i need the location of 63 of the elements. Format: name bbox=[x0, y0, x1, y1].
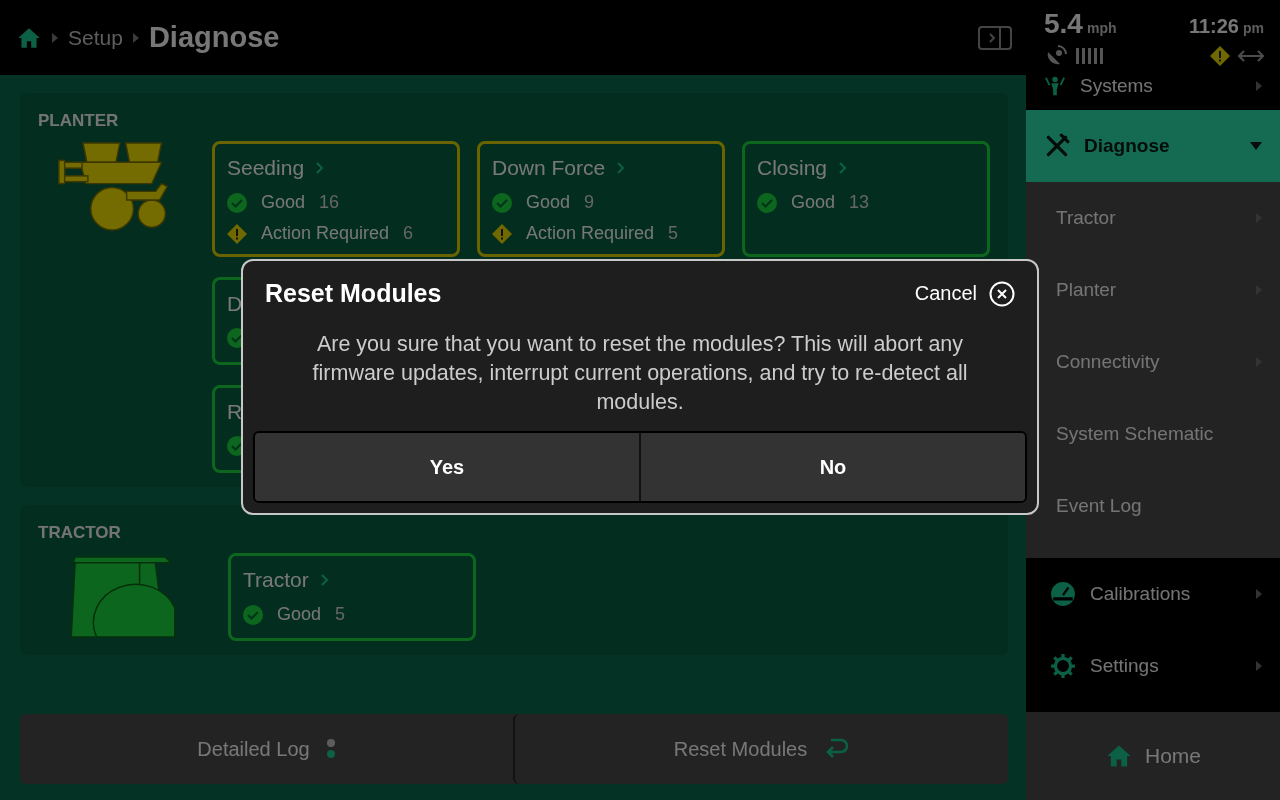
card-title: Seeding bbox=[227, 155, 305, 181]
status-label: Good bbox=[791, 192, 836, 213]
status-label: Action Required bbox=[526, 223, 655, 244]
status-label: Good bbox=[261, 192, 306, 213]
settings-icon bbox=[1050, 653, 1076, 679]
chevron-icon bbox=[52, 32, 58, 43]
card-title: Tractor bbox=[243, 567, 309, 593]
signal-bars-icon bbox=[1076, 48, 1104, 64]
nav-item[interactable]: Diagnose bbox=[1026, 110, 1280, 182]
card-title: D bbox=[227, 291, 243, 317]
status-card[interactable]: Tractor Good 5 bbox=[228, 553, 476, 641]
dialog-button[interactable]: Yes bbox=[255, 433, 639, 501]
check-circle-icon bbox=[492, 192, 512, 213]
chevron-icon bbox=[1256, 81, 1262, 91]
warning-diamond-icon bbox=[492, 223, 512, 244]
status-count: 5 bbox=[668, 223, 679, 244]
status-count: 13 bbox=[849, 192, 870, 213]
dialog-button[interactable]: No bbox=[639, 433, 1025, 501]
person-signal-icon bbox=[1044, 75, 1066, 97]
page-title: Diagnose bbox=[148, 21, 280, 54]
status-count: 16 bbox=[319, 192, 340, 213]
chevron-icon bbox=[1256, 589, 1262, 599]
tools-icon bbox=[1044, 133, 1070, 159]
status-card[interactable]: Closing Good 13 bbox=[742, 141, 990, 257]
double-arrow-icon bbox=[1238, 49, 1264, 63]
check-circle-icon bbox=[243, 604, 263, 625]
warning-diamond-icon bbox=[1210, 46, 1230, 66]
home-button[interactable]: Home bbox=[1026, 712, 1280, 800]
chevron-icon bbox=[617, 162, 626, 174]
card-title: Down Force bbox=[492, 155, 606, 181]
nav-item[interactable]: Systems bbox=[1026, 68, 1280, 104]
chevron-icon bbox=[839, 162, 848, 174]
gauge-icon bbox=[1050, 581, 1076, 607]
section-title: TRACTOR bbox=[38, 523, 122, 543]
check-circle-icon bbox=[757, 192, 777, 213]
chevron-icon bbox=[320, 574, 329, 586]
breadcrumb-link[interactable]: Setup bbox=[68, 25, 123, 50]
status-card[interactable]: Down Force Good 9 Action Required 5 bbox=[477, 141, 725, 257]
clock-time: 11:26 pm bbox=[1188, 15, 1264, 38]
status-count: 6 bbox=[403, 223, 414, 244]
card-title: Closing bbox=[757, 155, 828, 181]
action-button[interactable]: Reset Modules bbox=[513, 714, 1008, 784]
speed-reading: 5.4 mph bbox=[1044, 8, 1117, 40]
side-panel-icon[interactable] bbox=[978, 25, 1012, 50]
status-count: 9 bbox=[584, 192, 595, 213]
dialog-title: Reset Modules bbox=[265, 279, 443, 308]
chevron-icon bbox=[1256, 661, 1262, 671]
chevron-icon bbox=[132, 32, 139, 43]
dialog-message: Are you sure that you want to reset the modules? This will abort any firmware updates, interrupt current operations, and try to re-detect all modules. bbox=[311, 331, 969, 416]
warning-diamond-icon bbox=[227, 223, 247, 244]
chevron-icon bbox=[316, 162, 325, 174]
card-title: R bbox=[227, 399, 243, 425]
status-label: Action Required bbox=[261, 223, 390, 244]
status-card[interactable]: Seeding Good 16 Action Required 6 bbox=[212, 141, 460, 257]
caret-icon bbox=[1250, 142, 1262, 150]
check-circle-icon bbox=[227, 192, 247, 213]
status-label: Good bbox=[526, 192, 571, 213]
status-count: 5 bbox=[335, 604, 346, 625]
close-icon bbox=[989, 280, 1015, 307]
section-title: PLANTER bbox=[38, 111, 120, 131]
cancel-button[interactable]: Cancel bbox=[914, 280, 1015, 307]
status-label: Good bbox=[277, 604, 322, 625]
traffic-dots-icon bbox=[325, 739, 336, 759]
